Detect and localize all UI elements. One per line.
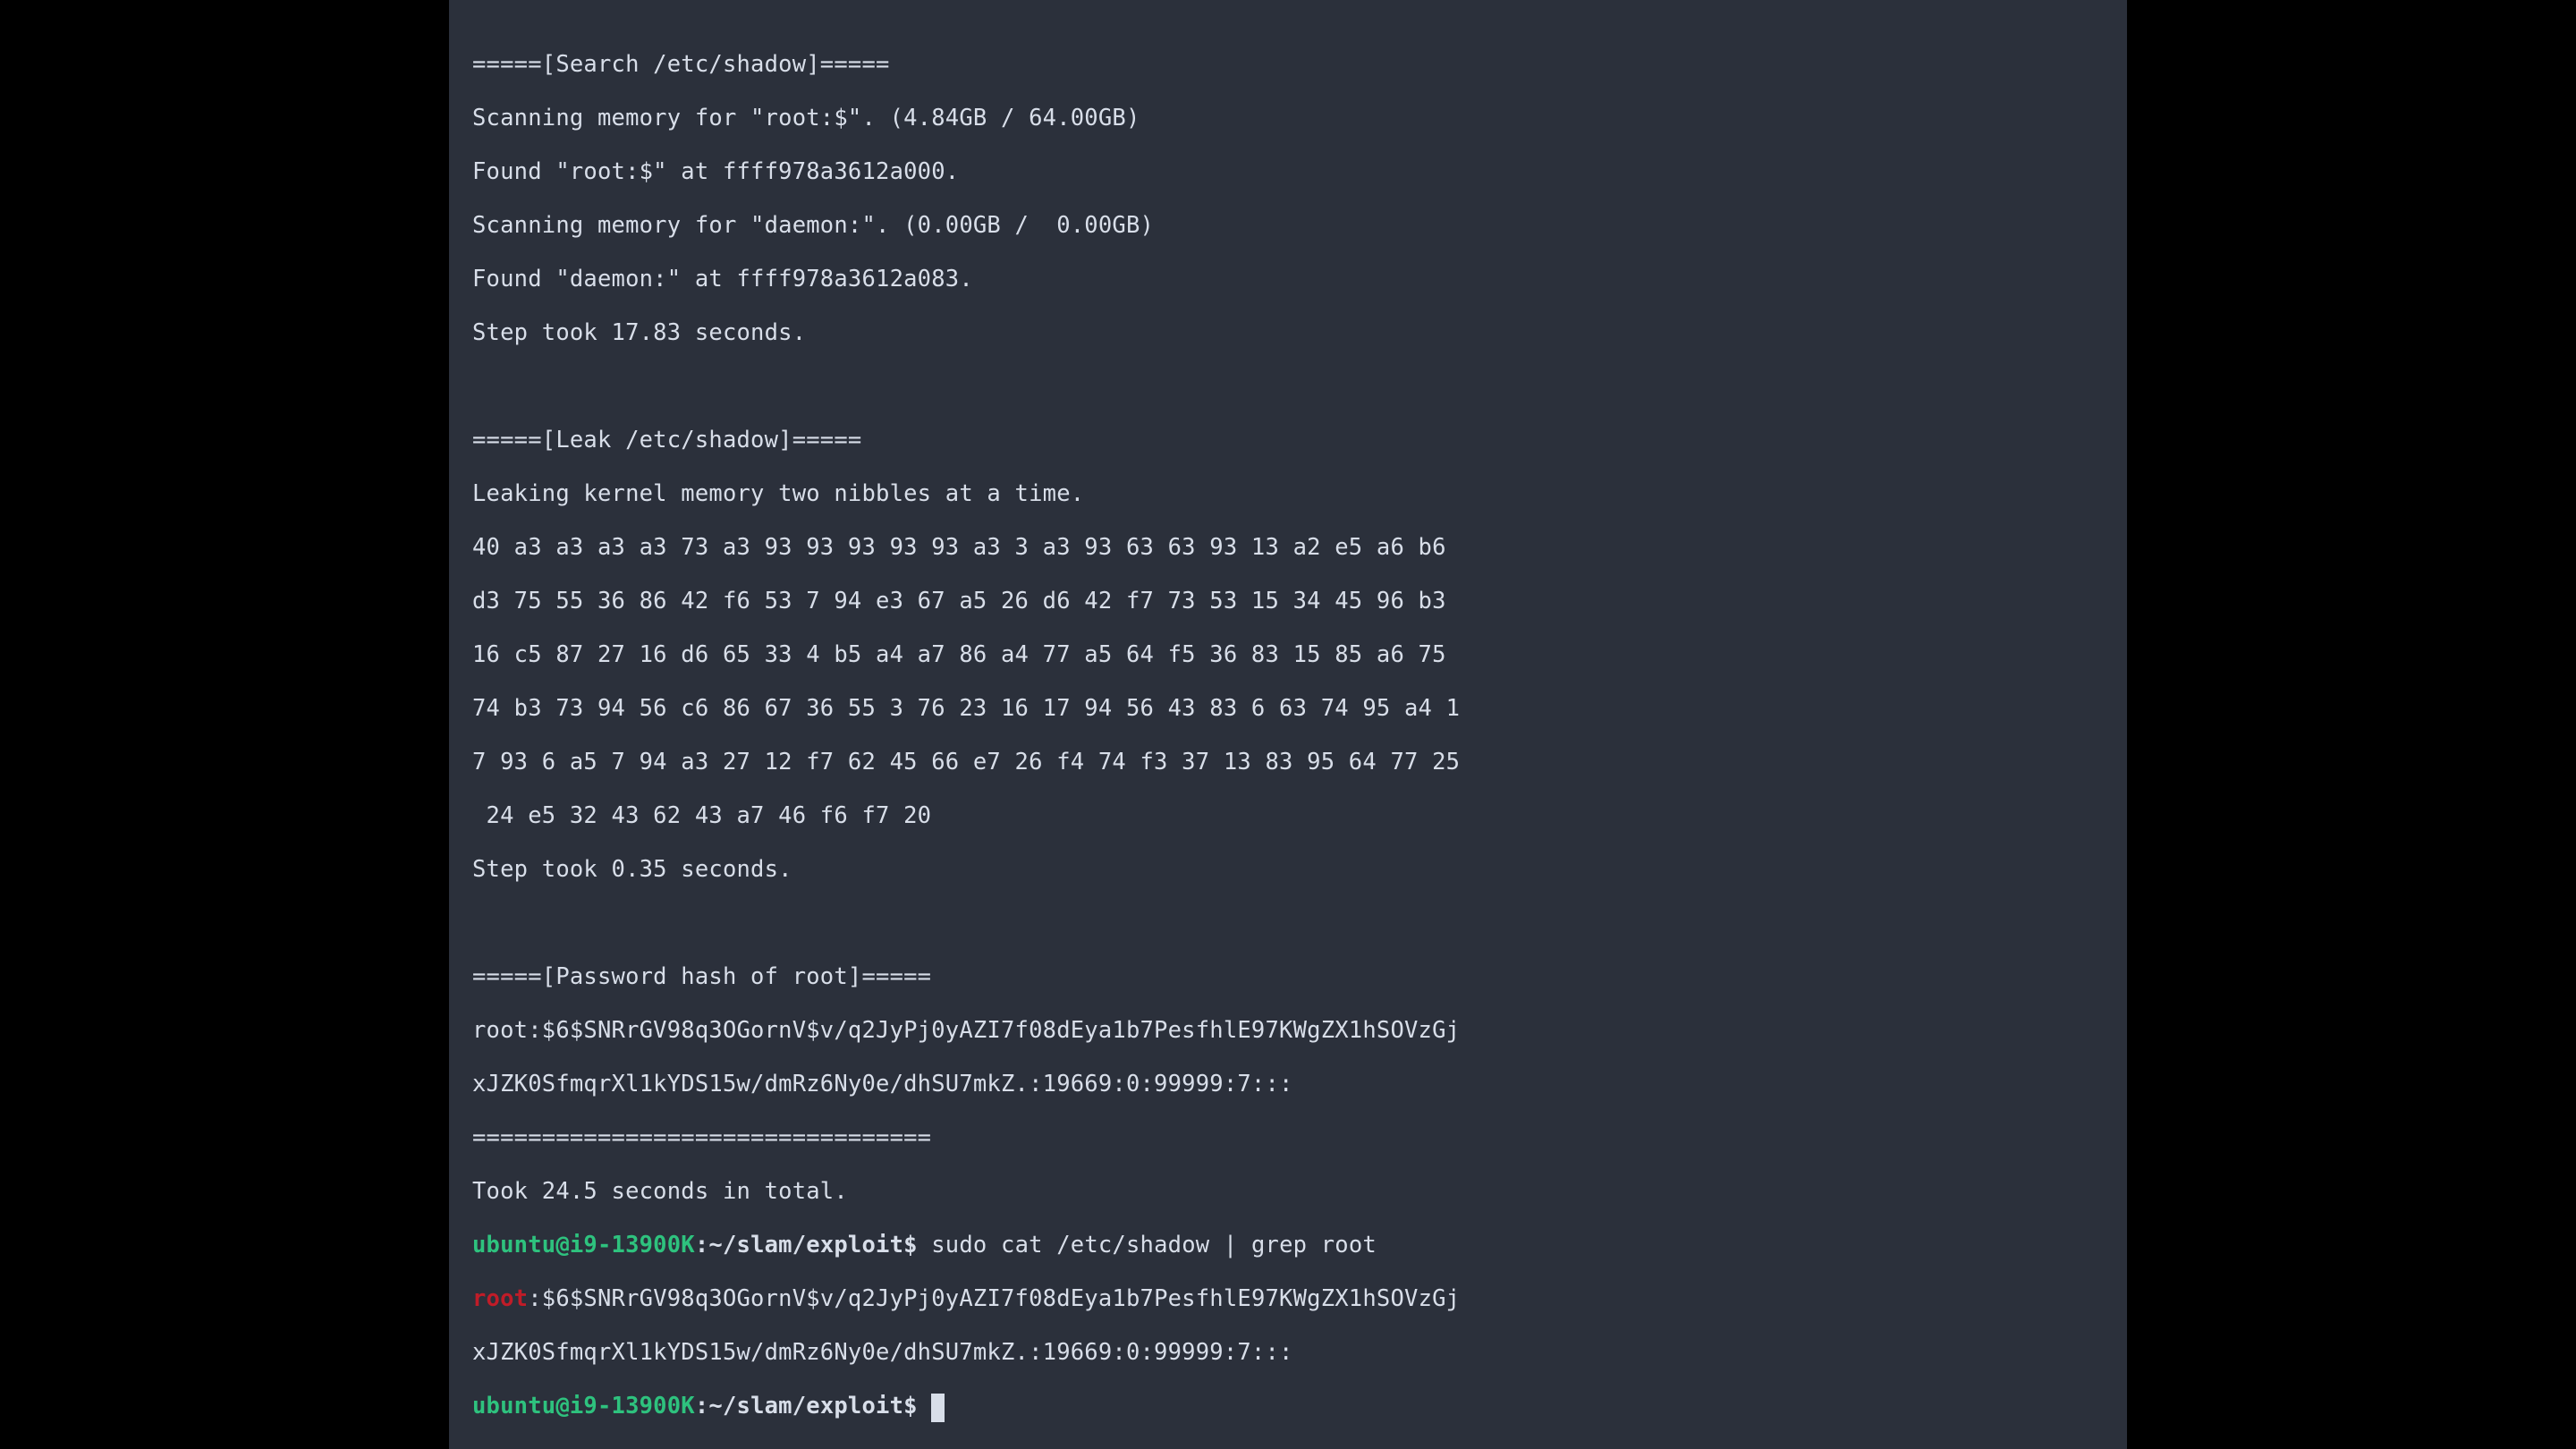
output-line: Scanning memory for "daemon:". (0.00GB /… [472, 212, 1154, 239]
hex-dump-line: 24 e5 32 43 62 43 a7 46 f6 f7 20 [472, 802, 931, 829]
output-line: Scanning memory for "root:$". (4.84GB / … [472, 105, 1140, 131]
grep-output-line: :$6$SNRrGV98q3OGornV$v/q2JyPj0yAZI7f08dE… [528, 1285, 1460, 1312]
cursor-block-icon[interactable] [931, 1394, 945, 1422]
section-search-header: =====[Search /etc/shadow]===== [472, 51, 890, 78]
prompt-dollar: $ [903, 1393, 918, 1419]
separator-line: ================================= [472, 1124, 931, 1151]
prompt-user-host: ubuntu@i9-13900K [472, 1232, 695, 1258]
prompt-colon: : [695, 1393, 709, 1419]
prompt-user-host: ubuntu@i9-13900K [472, 1393, 695, 1419]
hex-dump-line: 7 93 6 a5 7 94 a3 27 12 f7 62 45 66 e7 2… [472, 749, 1460, 775]
prompt-path: ~/slam/exploit [708, 1393, 903, 1419]
prompt-dollar: $ [903, 1232, 918, 1258]
hex-dump-line: d3 75 55 36 86 42 f6 53 7 94 e3 67 a5 26… [472, 588, 1446, 614]
output-line: Step took 17.83 seconds. [472, 319, 806, 346]
total-time-line: Took 24.5 seconds in total. [472, 1178, 848, 1205]
output-line: Step took 0.35 seconds. [472, 856, 792, 883]
grep-output-line: xJZK0SfmqrXl1kYDS15w/dmRz6Ny0e/dhSU7mkZ.… [472, 1339, 1293, 1366]
hash-line: xJZK0SfmqrXl1kYDS15w/dmRz6Ny0e/dhSU7mkZ.… [472, 1071, 1293, 1097]
prompt-colon: : [695, 1232, 709, 1258]
command-text: sudo cat /etc/shadow | grep root [918, 1232, 1377, 1258]
hex-dump-line: 16 c5 87 27 16 d6 65 33 4 b5 a4 a7 86 a4… [472, 641, 1446, 668]
section-leak-header: =====[Leak /etc/shadow]===== [472, 427, 861, 453]
hex-dump-line: 40 a3 a3 a3 a3 73 a3 93 93 93 93 93 a3 3… [472, 534, 1446, 561]
terminal-window[interactable]: =====[Search /etc/shadow]===== Scanning … [449, 0, 2127, 1449]
hex-dump-line: 74 b3 73 94 56 c6 86 67 36 55 3 76 23 16… [472, 695, 1460, 722]
hash-line: root:$6$SNRrGV98q3OGornV$v/q2JyPj0yAZI7f… [472, 1017, 1460, 1044]
section-hash-header: =====[Password hash of root]===== [472, 963, 931, 990]
grep-highlight: root [472, 1285, 528, 1312]
output-line: Found "daemon:" at ffff978a3612a083. [472, 266, 973, 292]
output-line: Found "root:$" at ffff978a3612a000. [472, 158, 959, 185]
output-line: Leaking kernel memory two nibbles at a t… [472, 480, 1084, 507]
prompt-path: ~/slam/exploit [708, 1232, 903, 1258]
